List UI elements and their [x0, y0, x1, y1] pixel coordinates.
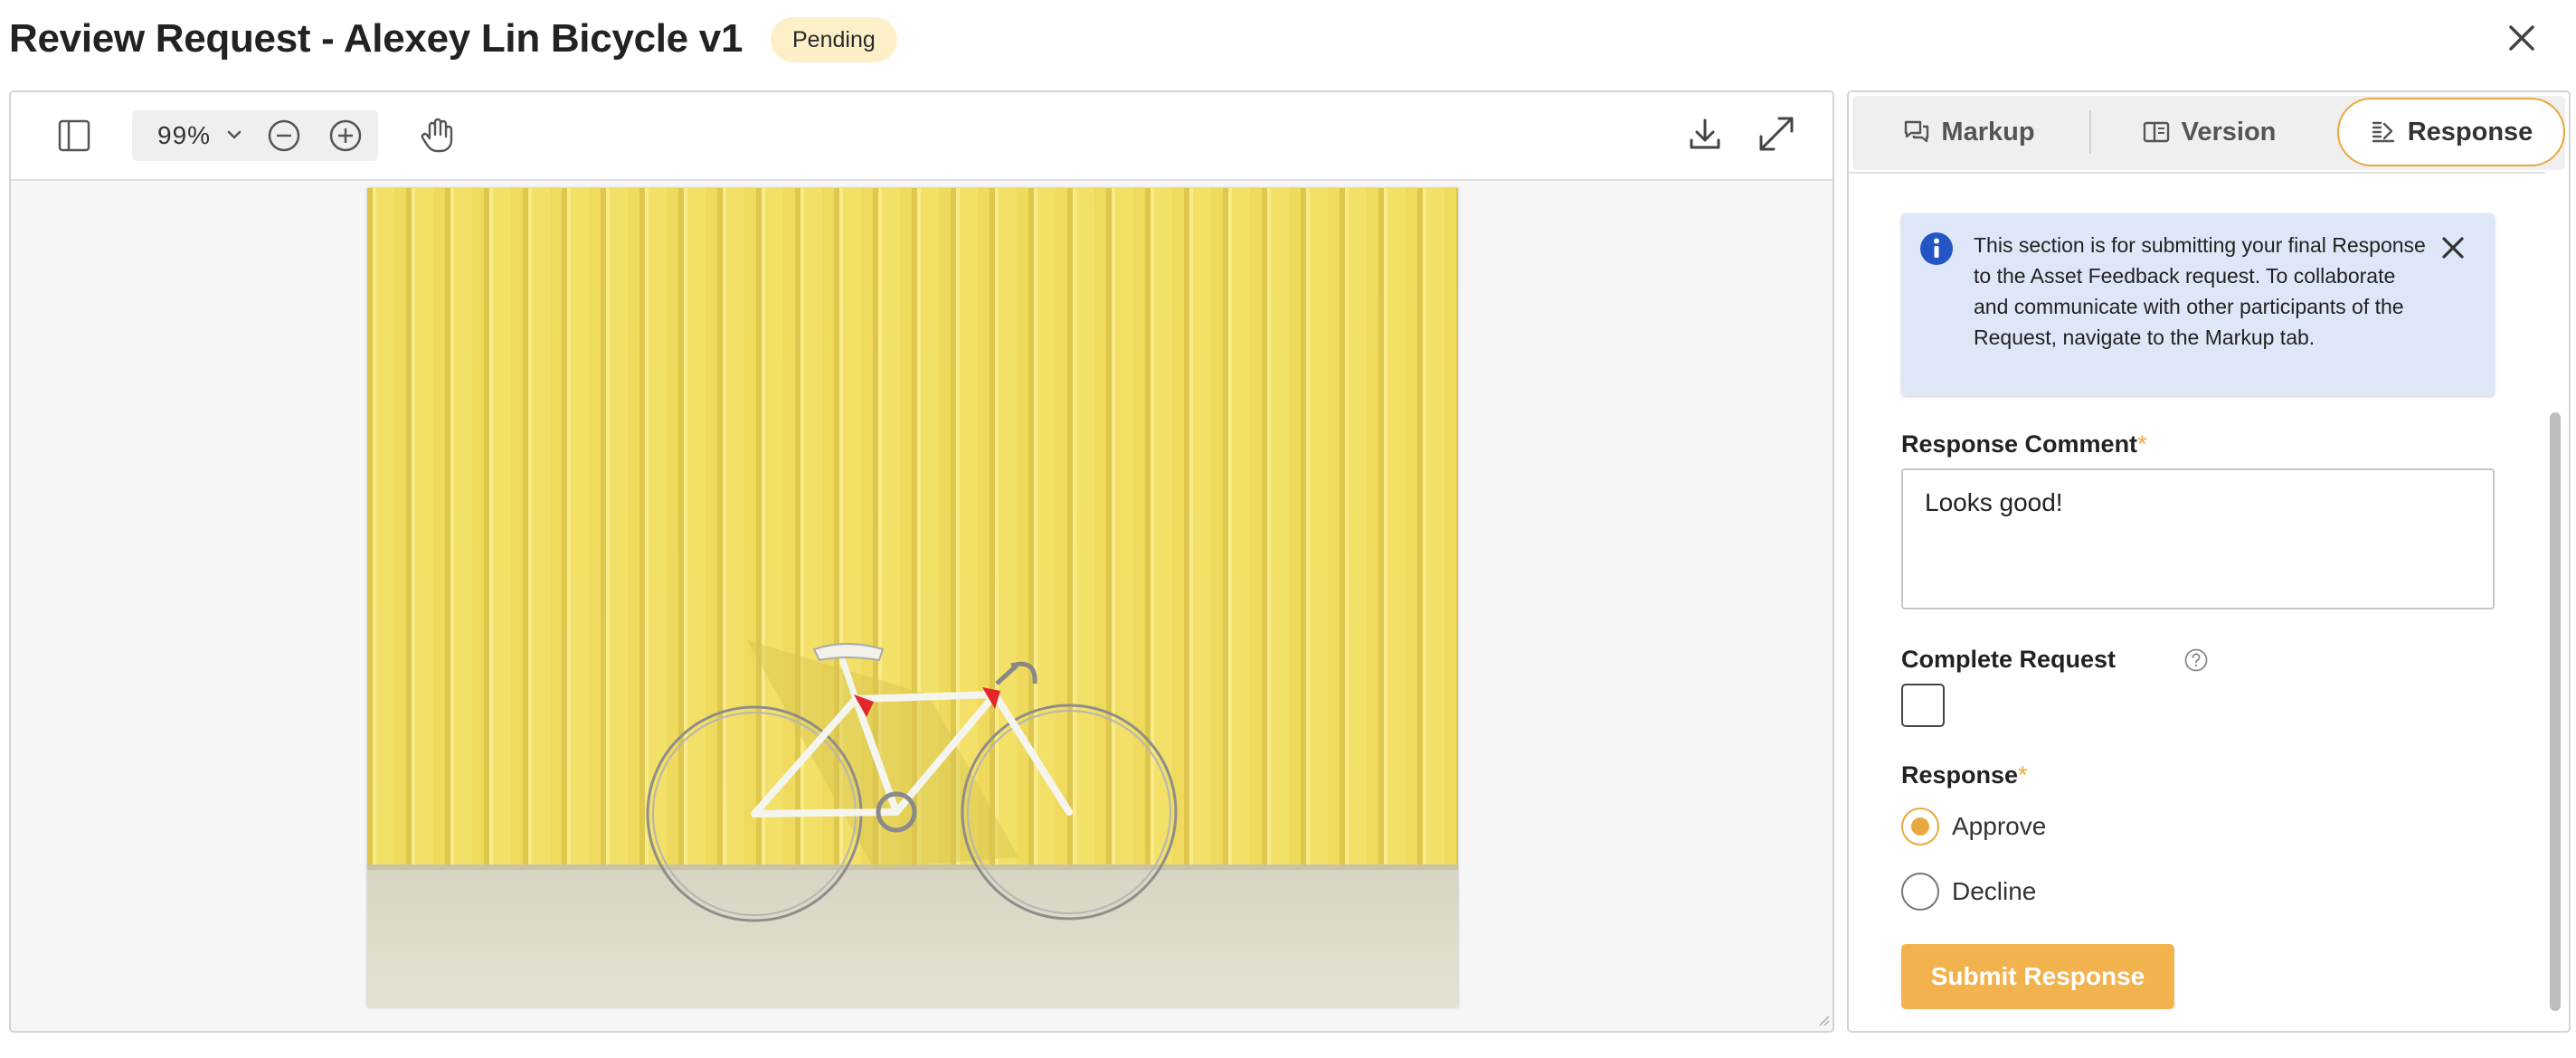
asset-viewer: 99% — [9, 90, 1834, 1033]
complete-request-label: Complete Request — [1901, 646, 2208, 674]
hand-pan-icon[interactable] — [414, 112, 459, 157]
chat-icon — [1905, 120, 1929, 143]
sidebar-toggle-icon[interactable] — [52, 114, 96, 157]
required-mark: * — [2137, 430, 2147, 458]
radio-button[interactable] — [1901, 873, 1939, 911]
close-icon[interactable] — [2435, 230, 2471, 266]
close-icon[interactable] — [2500, 16, 2543, 60]
info-banner: This section is for submitting your fina… — [1901, 213, 2495, 396]
version-icon — [2143, 121, 2169, 143]
tab-version[interactable]: Version — [2093, 96, 2325, 168]
tab-label: Response — [2407, 117, 2533, 146]
tab-markup[interactable]: Markup — [1852, 96, 2086, 168]
radio-decline[interactable]: Decline — [1901, 872, 2036, 912]
resize-handle[interactable] — [1818, 1015, 1831, 1027]
download-icon[interactable] — [1682, 112, 1728, 157]
radio-button[interactable] — [1901, 808, 1939, 845]
tab-label: Version — [2181, 117, 2277, 146]
zoom-in-icon[interactable] — [326, 116, 365, 156]
help-icon[interactable] — [2183, 647, 2209, 673]
tab-label: Markup — [1941, 117, 2035, 146]
panel-scrollbar[interactable] — [2545, 174, 2565, 1031]
response-comment-label: Response Comment* — [1901, 430, 2147, 458]
tab-response[interactable]: Response — [2337, 98, 2565, 166]
fullscreen-icon[interactable] — [1753, 110, 1800, 157]
submit-response-button[interactable]: Submit Response — [1901, 944, 2174, 1009]
panel-tabs: Markup Version Response — [1852, 96, 2565, 170]
response-panel: Markup Version Response This section is … — [1847, 90, 2571, 1033]
response-comment-input[interactable]: Looks good! — [1901, 468, 2495, 609]
chevron-down-icon[interactable] — [221, 121, 248, 148]
response-icon — [2372, 121, 2394, 143]
complete-request-checkbox[interactable] — [1901, 684, 1945, 727]
radio-label: Approve — [1952, 812, 2047, 840]
zoom-controls: 99% — [132, 110, 378, 161]
zoom-out-icon[interactable] — [264, 116, 304, 156]
asset-image — [367, 188, 1458, 1007]
label-text: Complete Request — [1901, 646, 2117, 673]
panel-divider — [1849, 172, 2545, 174]
zoom-level[interactable]: 99% — [157, 121, 211, 150]
viewer-toolbar: 99% — [11, 92, 1833, 181]
required-mark: * — [2018, 761, 2028, 789]
status-badge: Pending — [771, 17, 897, 62]
tab-divider — [2089, 110, 2091, 154]
info-icon — [1919, 231, 1954, 266]
scroll-thumb[interactable] — [2550, 412, 2561, 1011]
radio-label: Decline — [1952, 877, 2037, 905]
label-text: Response — [1901, 761, 2019, 789]
info-text: This section is for submitting your fina… — [1974, 233, 2426, 349]
label-text: Response Comment — [1901, 430, 2138, 458]
response-label: Response* — [1901, 761, 2028, 789]
page-title: Review Request - Alexey Lin Bicycle v1 — [9, 16, 743, 61]
radio-approve[interactable]: Approve — [1901, 807, 2046, 846]
page-header: Review Request - Alexey Lin Bicycle v1 P… — [0, 0, 2576, 87]
